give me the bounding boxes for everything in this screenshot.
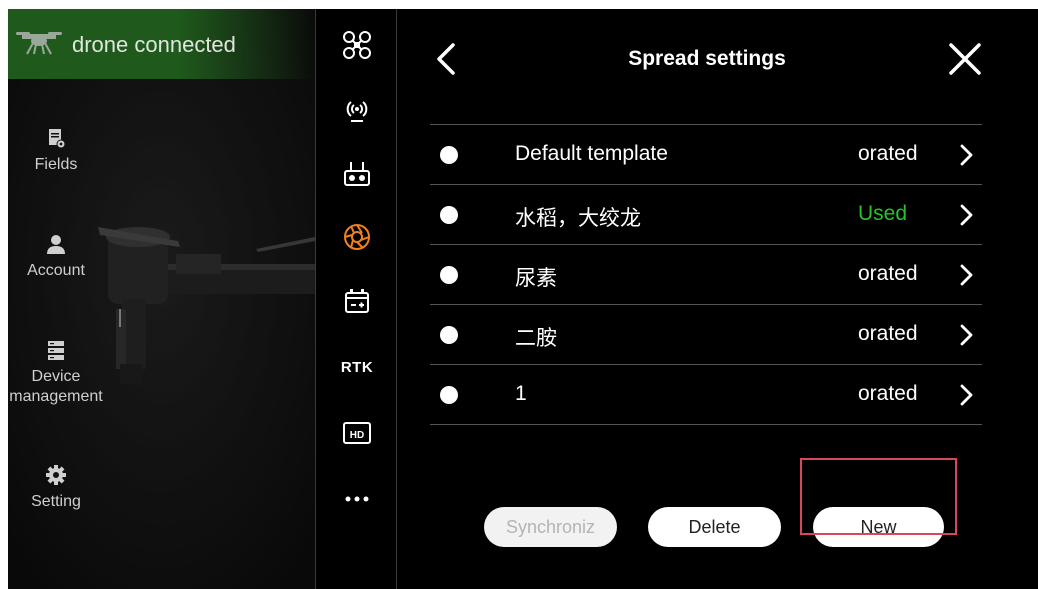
close-icon[interactable] xyxy=(947,41,983,77)
template-row[interactable]: 二胺 orated xyxy=(430,305,982,365)
nav-label-device-line1: Device xyxy=(31,368,81,385)
template-name: 1 xyxy=(515,382,527,405)
radio-dot-icon[interactable] xyxy=(440,266,458,284)
new-button-highlight-box xyxy=(800,458,957,535)
battery-icon xyxy=(345,289,369,313)
drone-status-button[interactable] xyxy=(316,25,398,65)
rtk-icon: RTK xyxy=(340,358,374,376)
spray-nozzle-icon xyxy=(344,224,370,250)
chevron-right-icon[interactable] xyxy=(958,383,974,407)
status-icon-bar: RTK HD xyxy=(315,9,397,589)
nav-item-fields[interactable]: Fields xyxy=(8,127,104,175)
template-row[interactable]: Default template orated xyxy=(430,125,982,185)
template-status: orated xyxy=(858,142,918,165)
drone-icon xyxy=(343,31,371,59)
nav-label-account: Account xyxy=(27,262,85,279)
rtk-button[interactable]: RTK xyxy=(316,347,398,387)
document-gear-icon xyxy=(49,129,66,149)
nav-label-fields: Fields xyxy=(34,156,78,173)
template-name: 二胺 xyxy=(515,327,557,350)
template-name: Default template xyxy=(515,142,668,165)
template-name: 水稻，大绞龙 xyxy=(515,207,641,230)
template-status: orated xyxy=(858,322,918,345)
radio-dot-icon[interactable] xyxy=(440,206,458,224)
chevron-right-icon[interactable] xyxy=(958,263,974,287)
remote-controller-button[interactable] xyxy=(316,154,398,194)
radio-dot-icon[interactable] xyxy=(440,386,458,404)
connection-status-bar: drone connected xyxy=(8,9,315,79)
nav-item-device-management[interactable]: Device management xyxy=(8,339,104,407)
drone-icon xyxy=(16,32,62,55)
server-icon xyxy=(48,341,64,360)
more-icon xyxy=(345,496,369,502)
template-row[interactable]: 水稻，大绞龙 Used xyxy=(430,185,982,245)
nav-label-setting: Setting xyxy=(31,493,81,510)
chevron-right-icon[interactable] xyxy=(958,323,974,347)
remote-controller-icon xyxy=(344,162,370,186)
delete-button[interactable]: Delete xyxy=(648,507,781,547)
template-name: 尿素 xyxy=(515,267,557,290)
radio-dot-icon[interactable] xyxy=(440,326,458,344)
hd-icon: HD xyxy=(343,422,371,444)
signal-button[interactable] xyxy=(316,89,398,129)
signal-icon xyxy=(346,101,368,122)
left-panel: drone connected Fields Account Device ma… xyxy=(8,9,315,589)
connection-status-text: drone connected xyxy=(72,32,236,57)
template-list: Default template orated 水稻，大绞龙 Used 尿素 o… xyxy=(430,124,982,425)
person-icon xyxy=(47,235,65,254)
nav-item-setting[interactable]: Setting xyxy=(8,464,104,512)
radio-dot-icon[interactable] xyxy=(440,146,458,164)
template-status: orated xyxy=(858,382,918,405)
hd-button[interactable]: HD xyxy=(316,413,398,453)
page-title: Spread settings xyxy=(628,47,786,70)
battery-button[interactable] xyxy=(316,281,398,321)
spray-settings-button[interactable] xyxy=(316,217,398,257)
more-button[interactable] xyxy=(316,479,398,519)
chevron-right-icon[interactable] xyxy=(958,143,974,167)
template-row[interactable]: 1 orated xyxy=(430,365,982,425)
template-status-used: Used xyxy=(858,202,908,225)
nav-item-account[interactable]: Account xyxy=(8,233,104,281)
synchronize-button[interactable]: Synchroniz xyxy=(484,507,617,547)
chevron-right-icon[interactable] xyxy=(958,203,974,227)
template-status: orated xyxy=(858,262,918,285)
gear-icon xyxy=(46,465,66,485)
hd-icon-text: HD xyxy=(350,430,364,441)
nav-label-device-line2: management xyxy=(9,388,103,405)
template-row[interactable]: 尿素 orated xyxy=(430,245,982,305)
